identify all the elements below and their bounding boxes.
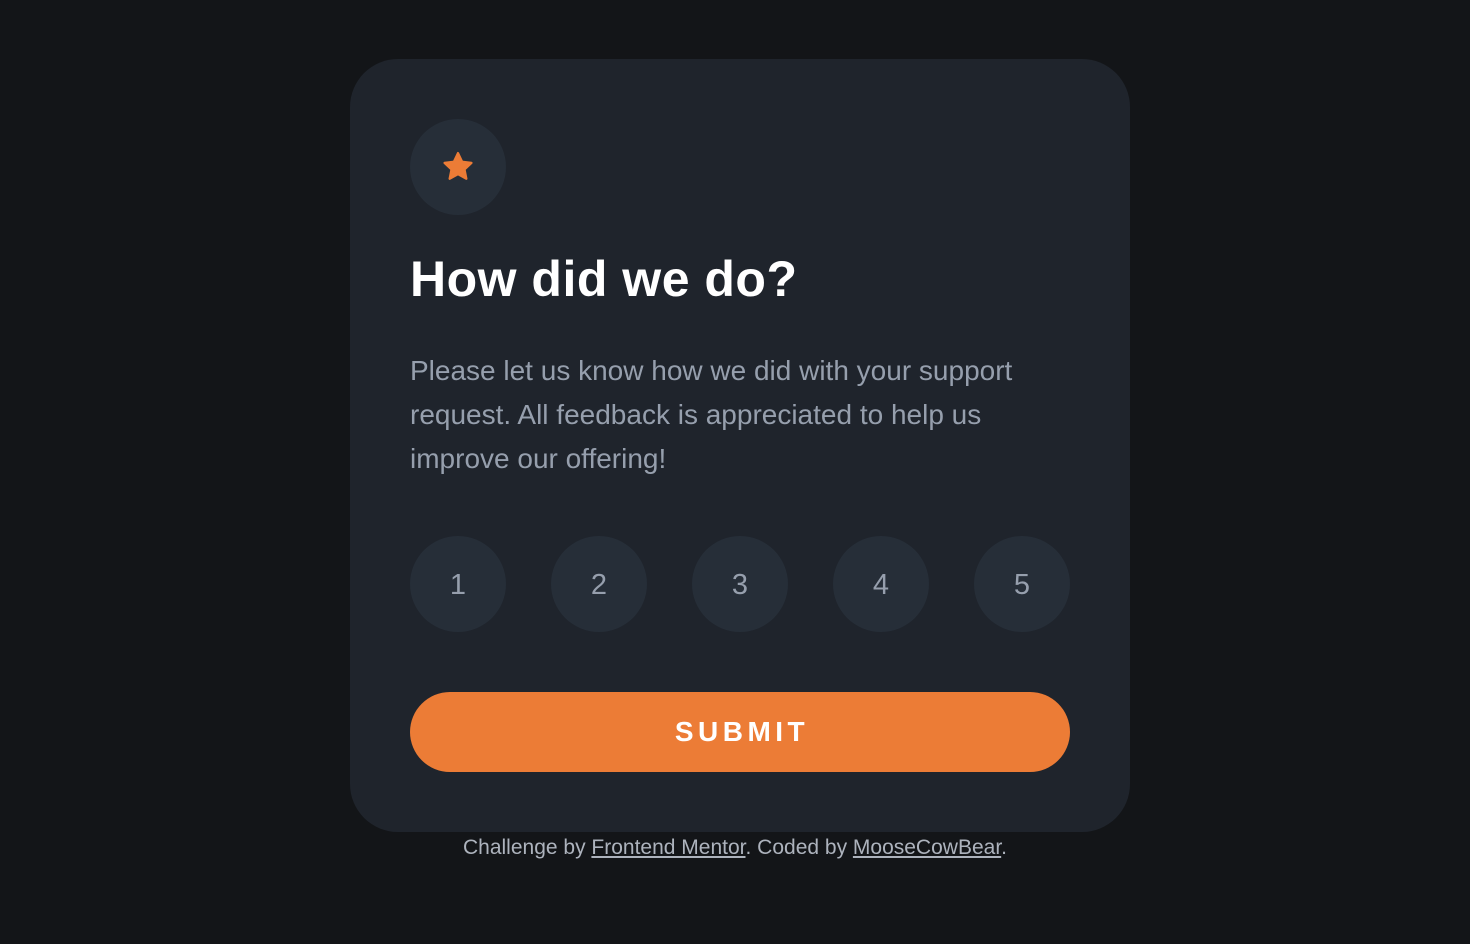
star-icon (441, 150, 475, 184)
author-link[interactable]: MooseCowBear (853, 836, 1001, 859)
rating-2-button[interactable]: 2 (551, 536, 647, 632)
card-description: Please let us know how we did with your … (410, 355, 1013, 474)
star-badge (410, 119, 506, 215)
rating-card: How did we do? Please let us know how we… (350, 59, 1130, 832)
frontend-mentor-link[interactable]: Frontend Mentor (591, 836, 745, 859)
rating-1-button[interactable]: 1 (410, 536, 506, 632)
attribution-prefix: Challenge by (462, 836, 592, 859)
attribution: Challenge by Frontend Mentor. Coded by M… (0, 834, 1470, 862)
card-title: How did we do? (410, 251, 798, 307)
rating-4-button[interactable]: 4 (833, 536, 929, 632)
rating-3-button[interactable]: 3 (692, 536, 788, 632)
rating-5-button[interactable]: 5 (974, 536, 1070, 632)
submit-button[interactable]: SUBMIT (410, 692, 1070, 772)
rating-options: 1 2 3 4 5 (410, 536, 1070, 632)
attribution-suffix: . (1001, 836, 1007, 859)
attribution-middle: . Coded by (745, 836, 853, 859)
